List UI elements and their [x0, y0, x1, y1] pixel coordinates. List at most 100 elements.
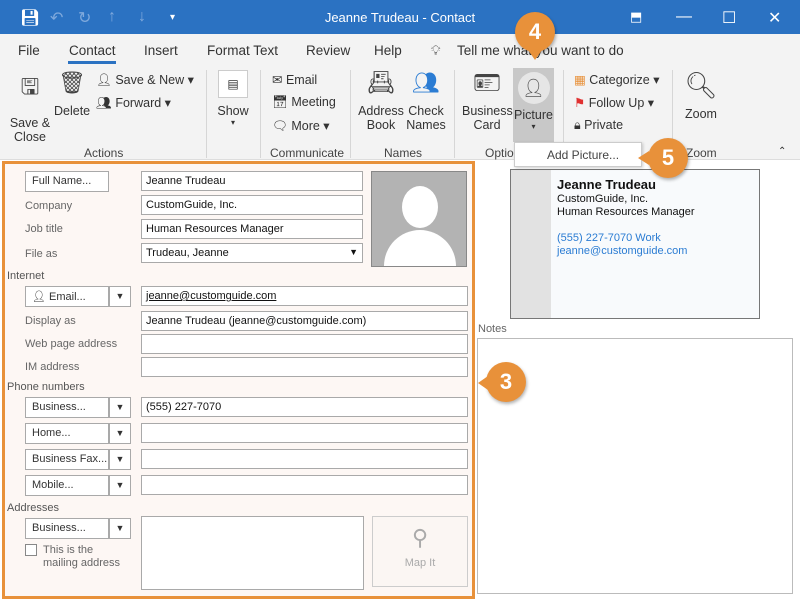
display-as-field[interactable]: Jeanne Trudeau (jeanne@customguide.com)	[141, 311, 468, 331]
divider	[260, 70, 261, 158]
add-picture-menu-item[interactable]: Add Picture...	[514, 142, 642, 167]
close-icon[interactable]: ✕	[768, 8, 781, 28]
chevron-down-icon[interactable]: ▼	[109, 286, 131, 307]
divider	[350, 70, 351, 158]
meeting-button[interactable]: 📅︎ Meeting	[272, 95, 336, 110]
chevron-down-icon[interactable]: ▼	[109, 518, 131, 539]
phone-field[interactable]	[141, 475, 468, 495]
map-pin-icon: ⚲	[411, 525, 429, 550]
callout-5: 5	[648, 138, 688, 178]
chevron-down-icon[interactable]: ▼	[109, 475, 131, 496]
email-type-button[interactable]: 👤︎ Email...	[25, 286, 109, 307]
card-name: Jeanne Trudeau	[557, 177, 656, 192]
contact-form: Full Name... Jeanne Trudeau Company Cust…	[2, 161, 475, 599]
internet-section: Internet	[7, 270, 45, 282]
lightbulb-icon: 💡︎	[431, 43, 441, 58]
business-card-button[interactable]: 🪪︎ Business Card	[462, 70, 513, 132]
group-options-label: Optio	[485, 146, 514, 160]
job-title-label: Job title	[25, 223, 63, 235]
contact-photo[interactable]	[371, 171, 467, 267]
mailing-address-label: This is the mailing address	[43, 544, 121, 569]
save-new-button[interactable]: 👤︎ Save & New ▾	[96, 72, 194, 88]
callout-pointer	[528, 50, 542, 60]
divider	[454, 70, 455, 158]
email-field[interactable]: jeanne@customguide.com	[141, 286, 468, 306]
forward-button[interactable]: 👥︎ Forward ▾	[96, 95, 171, 111]
lock-icon: 🔒︎	[574, 118, 581, 132]
phone-type-button[interactable]: Business...	[25, 397, 109, 418]
address-field[interactable]	[141, 516, 364, 590]
chevron-down-icon[interactable]: ▼	[109, 397, 131, 418]
callout-4: 4	[515, 12, 555, 52]
full-name-field[interactable]: Jeanne Trudeau	[141, 171, 363, 191]
active-tab-indicator	[68, 61, 116, 64]
flag-icon: ⚑	[574, 96, 586, 110]
address-type-button[interactable]: Business...	[25, 518, 109, 539]
menu-file[interactable]: File	[18, 43, 40, 58]
phone-field[interactable]	[141, 423, 468, 443]
im-label: IM address	[25, 361, 80, 373]
email-button[interactable]: ✉ Email	[272, 72, 317, 87]
business-card-icon: 🪪︎	[473, 70, 501, 95]
map-it-button[interactable]: ⚲ Map It	[372, 516, 468, 587]
chevron-down-icon[interactable]: ▼	[109, 423, 131, 444]
categorize-button[interactable]: ▦ Categorize ▾	[574, 72, 660, 87]
web-field[interactable]	[141, 334, 468, 354]
group-actions-label: Actions	[84, 146, 124, 160]
collapse-ribbon-icon[interactable]: ⌃	[778, 146, 786, 157]
more-button[interactable]: 🗨︎ More ▾	[272, 118, 330, 134]
company-label: Company	[25, 200, 73, 212]
file-as-select[interactable]: Trudeau, Jeanne ▼	[141, 243, 363, 263]
business-card-preview[interactable]: Jeanne Trudeau CustomGuide, Inc. Human R…	[510, 169, 760, 319]
full-name-button[interactable]: Full Name...	[25, 171, 109, 192]
mailing-address-checkbox[interactable]	[25, 544, 37, 556]
chevron-down-icon[interactable]: ▼	[109, 449, 131, 470]
delete-button[interactable]: 🗑︎ Delete	[54, 70, 90, 118]
address-book-icon: 📇︎	[367, 70, 395, 95]
minimize-icon[interactable]: —	[676, 8, 692, 26]
menu-bar: File Contact Insert Format Text Review H…	[0, 34, 800, 66]
menu-review[interactable]: Review	[306, 43, 350, 58]
group-zoom-label: Zoom	[686, 146, 717, 160]
chevron-down-icon: ▼	[349, 247, 358, 257]
card-phone: (555) 227-7070	[557, 232, 633, 244]
card-title: Human Resources Manager	[557, 206, 695, 218]
menu-insert[interactable]: Insert	[144, 43, 178, 58]
private-button[interactable]: 🔒︎ Private	[574, 118, 623, 133]
follow-up-button[interactable]: ⚑ Follow Up ▾	[574, 95, 654, 110]
company-field[interactable]: CustomGuide, Inc.	[141, 195, 363, 215]
check-names-icon: 👥︎	[412, 70, 440, 95]
job-title-field[interactable]: Human Resources Manager	[141, 219, 363, 239]
categorize-icon: ▦	[574, 73, 586, 87]
phone-type-button[interactable]: Home...	[25, 423, 109, 444]
addresses-section: Addresses	[7, 502, 59, 514]
phone-field[interactable]	[141, 449, 468, 469]
picture-button[interactable]: 👤︎ Picture ▾	[513, 68, 554, 142]
zoom-button[interactable]: 🔍︎ Zoom	[680, 70, 722, 121]
title-bar: 💾︎ ↶ ↻ ↑ ↓ ▾ Jeanne Trudeau - Contact ⬒ …	[0, 0, 800, 34]
check-names-button[interactable]: 👥︎ Check Names	[404, 70, 448, 132]
silhouette-body	[384, 230, 456, 266]
maximize-icon[interactable]: ☐	[722, 8, 736, 28]
menu-contact[interactable]: Contact	[69, 43, 116, 58]
file-as-label: File as	[25, 248, 58, 260]
silhouette-head	[402, 186, 438, 228]
show-button[interactable]: ▤ Show ▾	[216, 70, 250, 127]
callout-3: 3	[486, 362, 526, 402]
save-close-icon: 🖫	[20, 74, 40, 99]
callout-pointer	[478, 376, 488, 390]
im-field[interactable]	[141, 357, 468, 377]
phone-field[interactable]: (555) 227-7070	[141, 397, 468, 417]
magnifier-icon: 🔍︎	[684, 70, 718, 100]
ribbon-display-icon[interactable]: ⬒	[630, 9, 642, 25]
address-book-button[interactable]: 📇︎ Address Book	[358, 70, 404, 132]
menu-format-text[interactable]: Format Text	[207, 43, 278, 58]
phone-type-button[interactable]: Mobile...	[25, 475, 109, 496]
notes-label: Notes	[478, 323, 507, 335]
menu-help[interactable]: Help	[374, 43, 402, 58]
display-as-label: Display as	[25, 315, 76, 327]
trash-icon: 🗑︎	[58, 70, 86, 95]
phone-type-button[interactable]: Business Fax...	[25, 449, 109, 470]
save-close-button[interactable]: 🖫 Save & Close	[8, 70, 52, 144]
divider	[206, 70, 207, 158]
